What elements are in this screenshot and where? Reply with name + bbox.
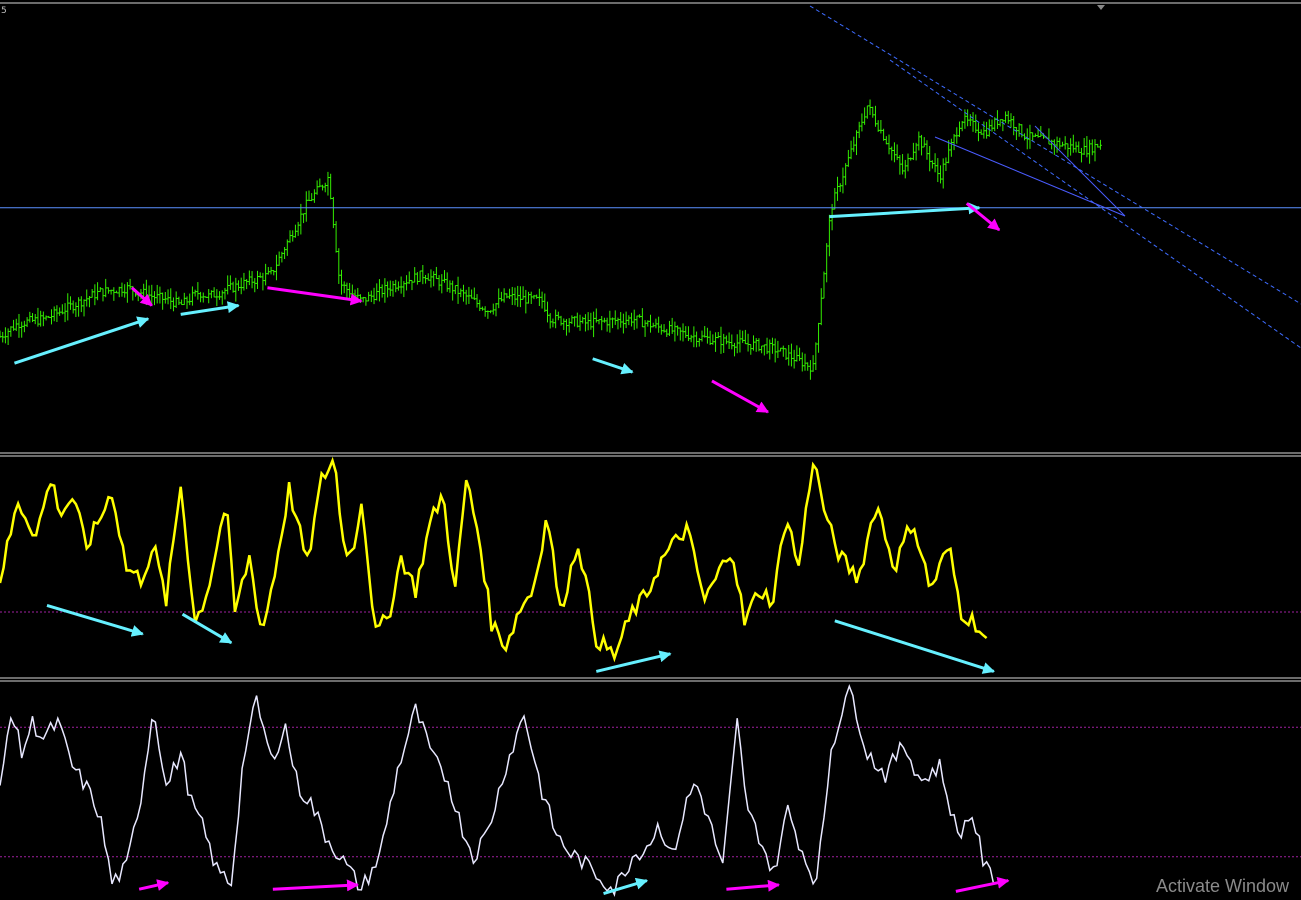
chart-background: [0, 0, 1301, 900]
trading-chart[interactable]: [0, 0, 1301, 900]
corner-label: 5: [1, 6, 7, 16]
activate-windows-watermark: Activate Window: [1156, 876, 1290, 896]
